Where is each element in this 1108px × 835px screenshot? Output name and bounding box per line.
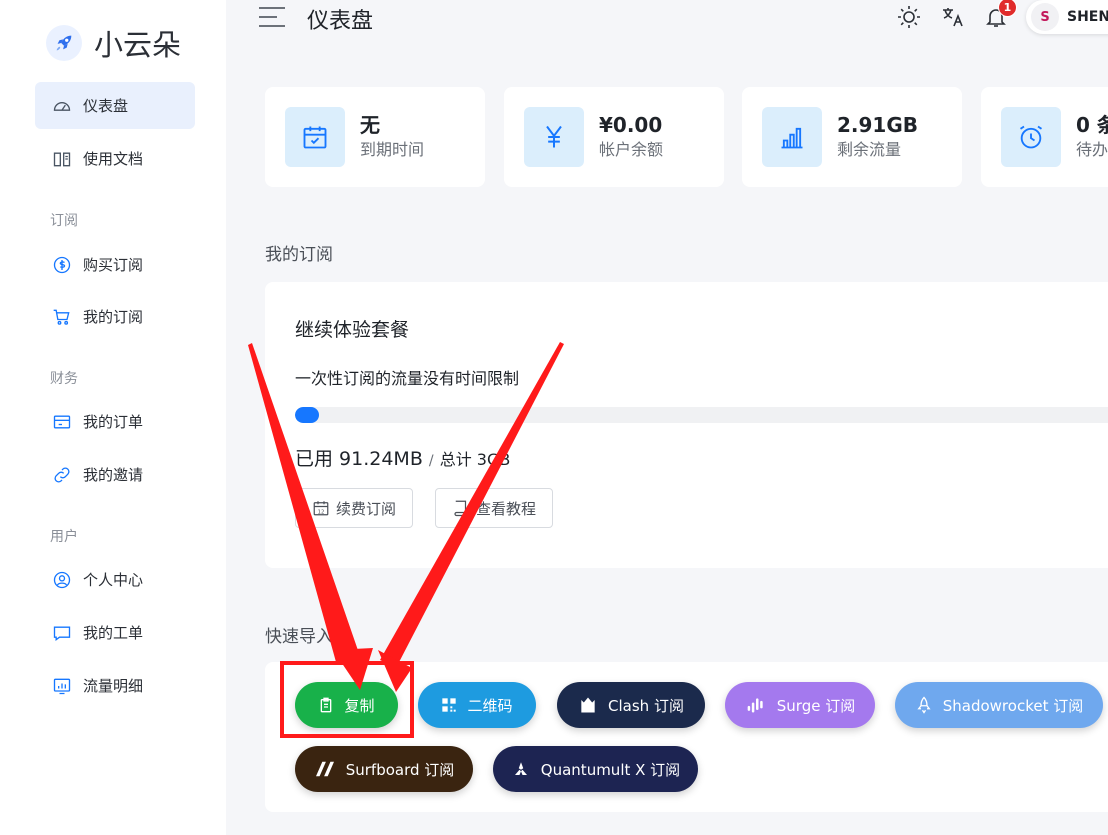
sidebar-item-my-subscription[interactable]: 我的订阅 — [35, 293, 195, 340]
plan-name: 继续体验套餐 — [295, 319, 410, 341]
sidebar-item-dashboard[interactable]: 仪表盘 — [35, 82, 195, 129]
section-title-quick-import: 快速导入 — [265, 627, 333, 647]
bell-icon[interactable]: 1 — [983, 0, 1017, 30]
shadowrocket-label: Shadowrocket 订阅 — [942, 696, 1084, 715]
avatar: S — [1031, 3, 1059, 31]
rocket-icon — [46, 25, 82, 61]
wallet-icon — [51, 411, 73, 433]
nav-group-user: 用户 — [50, 529, 78, 545]
clash-icon — [578, 695, 598, 715]
translate-icon[interactable] — [940, 4, 966, 30]
cart-icon — [51, 306, 73, 328]
chart-icon — [51, 675, 73, 697]
surge-icon — [745, 695, 767, 715]
sidebar-item-label: 个人中心 — [83, 571, 144, 589]
ticket-icon — [51, 622, 73, 644]
app-name: 小云朵 — [94, 28, 182, 62]
sidebar-item-label: 我的订单 — [83, 413, 144, 431]
yen-icon — [524, 107, 584, 167]
theme-toggle-icon[interactable] — [896, 4, 922, 30]
tutorial-label: 查看教程 — [476, 499, 537, 518]
clash-subscribe-button[interactable]: Clash 订阅 — [557, 682, 705, 728]
sidebar-item-label: 购买订阅 — [83, 256, 144, 274]
sidebar: 小云朵 仪表盘 使用文档 订阅 购买订阅 我的订阅 财务 我的订单 我的邀请 用… — [0, 0, 226, 835]
qrcode-icon — [441, 697, 457, 713]
sidebar-item-my-invites[interactable]: 我的邀请 — [35, 451, 195, 498]
sidebar-item-profile[interactable]: 个人中心 — [35, 556, 195, 603]
surfboard-icon — [314, 760, 336, 778]
stat-card-balance: ¥0.00 帐户余额 — [504, 87, 724, 187]
traffic-progress-bar — [295, 407, 1108, 423]
sidebar-item-traffic-detail[interactable]: 流量明细 — [35, 662, 195, 709]
menu-toggle-icon[interactable] — [258, 6, 286, 28]
stat-card-tickets: 0 条 待办工单 — [981, 87, 1108, 187]
quantumult-subscribe-button[interactable]: Quantumult X 订阅 — [493, 746, 698, 792]
link-icon — [51, 464, 73, 486]
dollar-circle-icon — [51, 254, 73, 276]
stat-label: 到期时间 — [360, 140, 425, 159]
sidebar-item-buy-subscription[interactable]: 购买订阅 — [35, 241, 195, 288]
surfboard-subscribe-button[interactable]: Surfboard 订阅 — [295, 746, 473, 792]
sidebar-item-my-orders[interactable]: 我的订单 — [35, 398, 195, 445]
calendar-check-icon — [285, 107, 345, 167]
stat-card-expiry: 无 到期时间 — [265, 87, 485, 187]
svg-text:12: 12 — [318, 509, 325, 515]
user-menu[interactable]: S SHEN — [1026, 0, 1108, 34]
bar-chart-icon — [762, 107, 822, 167]
renew-subscription-button[interactable]: 12 续费订阅 — [295, 488, 414, 528]
app-logo[interactable]: 小云朵 — [46, 22, 181, 64]
sidebar-item-label: 流量明细 — [83, 677, 144, 695]
surfboard-label: Surfboard 订阅 — [345, 760, 455, 779]
view-tutorial-button[interactable]: 查看教程 — [435, 488, 554, 528]
clash-label: Clash 订阅 — [608, 696, 684, 715]
top-header: 仪表盘 1 S SHEN — [226, 0, 1108, 36]
nav-group-subscription: 订阅 — [50, 213, 78, 229]
usage-separator: / — [428, 453, 434, 469]
stat-card-traffic: 2.91GB 剩余流量 — [742, 87, 962, 187]
stat-value: 0 条 — [1076, 113, 1108, 137]
shadowrocket-subscribe-button[interactable]: Shadowrocket 订阅 — [895, 682, 1103, 728]
stat-label: 帐户余额 — [599, 140, 664, 159]
qrcode-label: 二维码 — [467, 696, 513, 715]
stat-label: 待办工单 — [1076, 140, 1108, 159]
subscription-card: 继续体验套餐 一次性订阅的流量没有时间限制 已用 91.24MB / 总计 3G… — [265, 282, 1108, 568]
book-icon — [51, 148, 73, 170]
highlight-box — [280, 661, 414, 738]
sidebar-item-label: 仪表盘 — [83, 97, 129, 115]
notification-badge: 1 — [998, 0, 1017, 17]
sidebar-item-tickets[interactable]: 我的工单 — [35, 609, 195, 656]
section-title-subscription: 我的订阅 — [265, 245, 333, 265]
renew-label: 续费订阅 — [336, 499, 397, 518]
usage-total: 总计 3GB — [439, 450, 511, 469]
sidebar-item-label: 使用文档 — [83, 150, 144, 168]
page-title: 仪表盘 — [307, 9, 374, 34]
book-icon — [452, 499, 470, 517]
nav-group-finance: 财务 — [50, 371, 78, 387]
stat-value: ¥0.00 — [599, 113, 663, 137]
rocket-icon — [915, 695, 933, 715]
sidebar-item-label: 我的工单 — [83, 624, 144, 642]
usage-used: 已用 91.24MB — [295, 448, 423, 470]
traffic-usage: 已用 91.24MB / 总计 3GB — [295, 444, 510, 471]
sidebar-item-label: 我的订阅 — [83, 308, 144, 326]
stat-value: 2.91GB — [837, 113, 919, 137]
sidebar-item-docs[interactable]: 使用文档 — [35, 135, 195, 182]
stat-value: 无 — [360, 113, 380, 137]
gauge-icon — [51, 95, 73, 117]
qrcode-button[interactable]: 二维码 — [418, 682, 536, 728]
surge-subscribe-button[interactable]: Surge 订阅 — [725, 682, 875, 728]
user-circle-icon — [51, 569, 73, 591]
traffic-progress-fill — [295, 407, 320, 423]
surge-label: Surge 订阅 — [776, 696, 856, 715]
stat-label: 剩余流量 — [837, 140, 902, 159]
plan-description: 一次性订阅的流量没有时间限制 — [295, 369, 520, 388]
quantumult-label: Quantumult X 订阅 — [540, 760, 681, 779]
quantumult-icon — [511, 760, 531, 778]
alarm-clock-icon — [1001, 107, 1061, 167]
user-name: SHEN — [1067, 9, 1108, 25]
calendar-icon: 12 — [312, 499, 330, 517]
sidebar-item-label: 我的邀请 — [83, 466, 144, 484]
